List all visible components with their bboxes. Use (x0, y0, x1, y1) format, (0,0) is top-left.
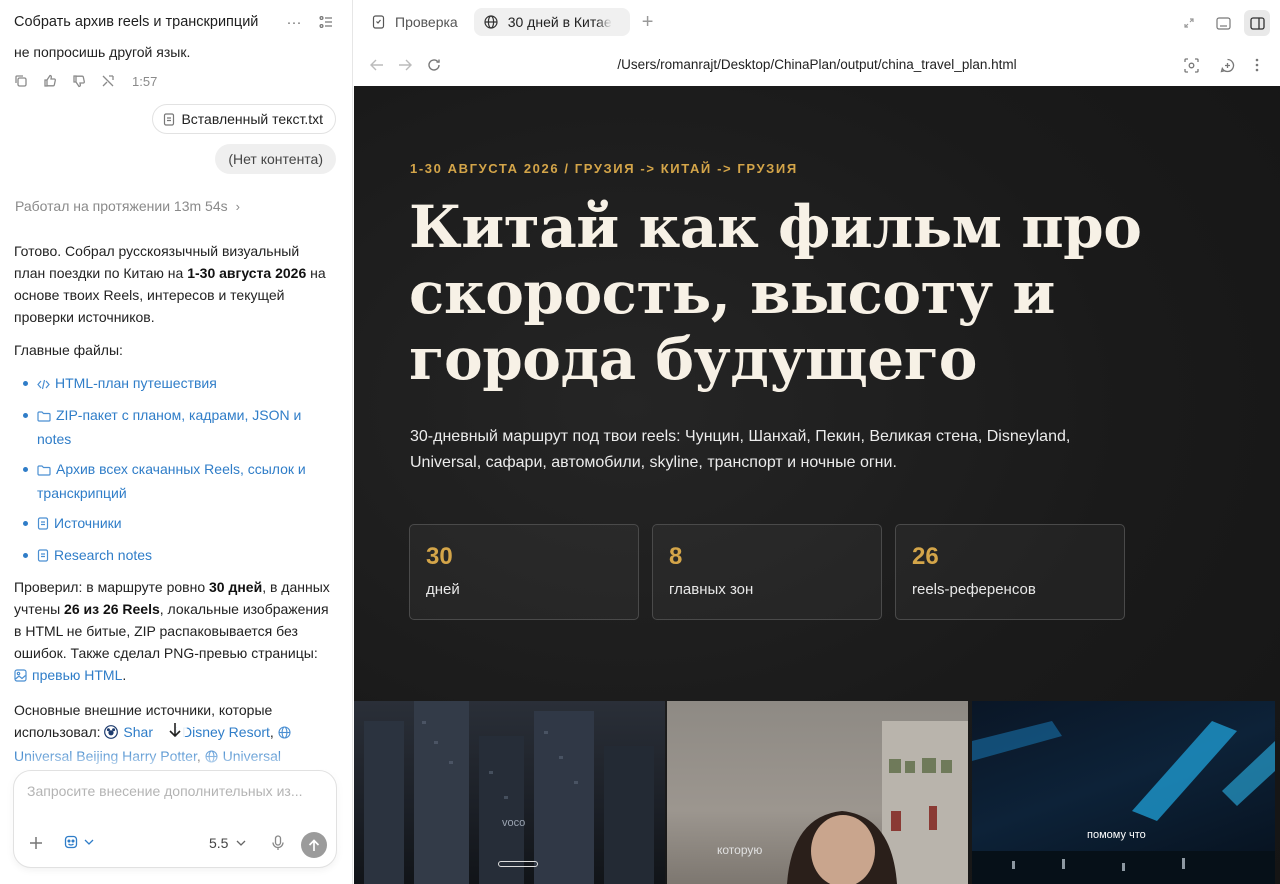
disney-icon (104, 723, 119, 745)
stat-card-reels: 26 reels-референсов (895, 524, 1125, 620)
files-heading: Главные файлы: (14, 342, 123, 358)
reload-icon[interactable] (423, 54, 445, 76)
source-link-universal[interactable]: Universal (205, 748, 281, 764)
doc-icon (37, 546, 49, 568)
chevron-down-icon (84, 839, 94, 845)
browser-pane: Проверка 30 дней в Китае + /Users/romanr… (354, 0, 1280, 884)
hero-kicker: 1-30 АВГУСТА 2026 / ГРУЗИЯ -> КИТАЙ -> Г… (410, 161, 798, 176)
empty-content-bubble: (Нет контента) (215, 144, 336, 174)
scroll-down-button[interactable] (163, 718, 187, 742)
url-bar[interactable]: /Users/romanrajt/Desktop/ChinaPlan/outpu… (504, 57, 1130, 72)
prompt-input[interactable] (27, 783, 327, 799)
terminal-panel-icon[interactable] (1210, 10, 1236, 36)
image-icon (14, 666, 27, 688)
thumbs-down-icon[interactable] (72, 70, 101, 92)
attachment-name: Вставленный текст.txt (181, 111, 323, 127)
video-caption: которую (717, 843, 763, 857)
chat-header: Собрать архив reels и транскрипций ··· (0, 0, 352, 44)
file-link-html-plan[interactable]: HTML-план путешествия (14, 372, 332, 396)
back-arrow-icon[interactable] (366, 54, 388, 76)
file-link-sources[interactable]: Источники (14, 512, 332, 536)
add-comment-icon[interactable] (1216, 54, 1238, 76)
send-button[interactable] (301, 832, 327, 858)
window-controls (1176, 10, 1270, 36)
file-link-reels-archive[interactable]: Архив всех скачанных Reels, ссылок и тра… (14, 458, 332, 504)
city-skyline-image: voco (364, 701, 654, 884)
stat-label: reels-референсов (912, 581, 1036, 598)
home-indicator (498, 861, 538, 867)
code-icon (37, 374, 50, 396)
model-selector[interactable]: 5.5 (209, 835, 246, 851)
doc-icon (37, 514, 49, 536)
thread-title: Собрать архив reels и транскрипций (14, 14, 259, 30)
preview-html-link[interactable]: превью HTML (14, 667, 122, 683)
copy-icon[interactable] (14, 70, 43, 92)
check-doc-icon (372, 15, 385, 29)
fork-icon[interactable] (101, 70, 130, 92)
source-link-shanghai-disney[interactable]: Shar i Disney Resort (104, 724, 270, 740)
mode-selector[interactable] (64, 835, 94, 849)
model-label: 5.5 (209, 835, 229, 851)
chevron-right-icon: › (235, 198, 240, 214)
more-options-icon[interactable]: ··· (281, 9, 307, 35)
verification-paragraph: Проверил: в маршруте ровно 30 дней, в да… (14, 576, 332, 688)
hero-title: Китай как фильм про скорость, высоту и г… (409, 193, 1142, 393)
web-page: 1-30 АВГУСТА 2026 / ГРУЗИЯ -> КИТАЙ -> Г… (354, 86, 1280, 884)
tab-china-plan-label: 30 дней в Китае (507, 14, 612, 30)
previous-message-tail: не попросишь другой язык. (14, 44, 191, 60)
file-link-zip-package[interactable]: ZIP-пакет с планом, кадрами, JSON и note… (14, 404, 332, 450)
tab-bar: Проверка 30 дней в Китае + (354, 0, 1280, 44)
list-view-icon[interactable] (313, 9, 339, 35)
side-panel-icon[interactable] (1244, 10, 1270, 36)
message-duration: 1:57 (132, 73, 158, 89)
collapse-icon[interactable] (1176, 10, 1202, 36)
globe-icon (484, 15, 498, 29)
arrow-up-icon (308, 838, 320, 851)
stat-card-zones: 8 главных зон (652, 524, 882, 620)
hero-subtitle: 30-дневный маршрут под твои reels: Чунци… (410, 428, 1071, 471)
tab-check[interactable]: Проверка (362, 8, 468, 36)
person-video-image (787, 721, 968, 884)
file-icon (163, 112, 175, 126)
thumbs-up-icon[interactable] (43, 70, 72, 92)
reel-thumbnail-skyline[interactable]: voco (354, 701, 665, 884)
stat-card-days: 30 дней (409, 524, 639, 620)
more-menu-icon[interactable] (1246, 54, 1268, 76)
tab-check-label: Проверка (395, 14, 458, 30)
file-link-research-notes[interactable]: Research notes (14, 544, 332, 568)
folder-icon (37, 406, 51, 428)
chevron-down-icon (237, 840, 246, 846)
files-list: HTML-план путешествия ZIP-пакет с планом… (14, 372, 332, 568)
stat-number: 26 (912, 543, 939, 570)
globe-icon (278, 723, 291, 745)
navigation-bar: /Users/romanrajt/Desktop/ChinaPlan/outpu… (354, 44, 1280, 86)
worked-duration-label: Работал на протяжении 13m 54s (15, 198, 228, 214)
stat-label: дней (426, 581, 460, 598)
svg-text:voco: voco (502, 817, 525, 829)
reel-thumbnail-person[interactable]: которую (667, 701, 968, 884)
chat-panel: Собрать архив reels и транскрипций ··· н… (0, 0, 353, 884)
globe-icon (205, 747, 218, 769)
message-actions: 1:57 (14, 70, 157, 92)
stat-label: главных зон (669, 581, 754, 598)
mode-icon (64, 835, 78, 849)
folder-icon (37, 460, 51, 482)
add-attachment-button[interactable] (28, 835, 46, 853)
worked-duration-toggle[interactable]: Работал на протяжении 13m 54s › (15, 198, 240, 214)
attachment-chip[interactable]: Вставленный текст.txt (152, 104, 336, 134)
stat-number: 30 (426, 543, 453, 570)
reel-thumbnail-night-lights[interactable]: помому что (972, 701, 1275, 884)
stat-number: 8 (669, 543, 683, 570)
answer-intro: Готово. Собрал русскоязычный визуальный … (14, 243, 326, 325)
video-caption: помому что (1087, 829, 1146, 841)
screenshot-icon[interactable] (1180, 54, 1202, 76)
neon-lights-image (972, 721, 1275, 884)
microphone-icon[interactable] (272, 835, 284, 856)
forward-arrow-icon[interactable] (394, 54, 416, 76)
new-tab-button[interactable]: + (642, 11, 654, 34)
assistant-answer: Готово. Собрал русскоязычный визуальный … (14, 240, 332, 780)
tab-china-plan[interactable]: 30 дней в Китае (473, 8, 630, 36)
composer: 5.5 (13, 770, 337, 868)
